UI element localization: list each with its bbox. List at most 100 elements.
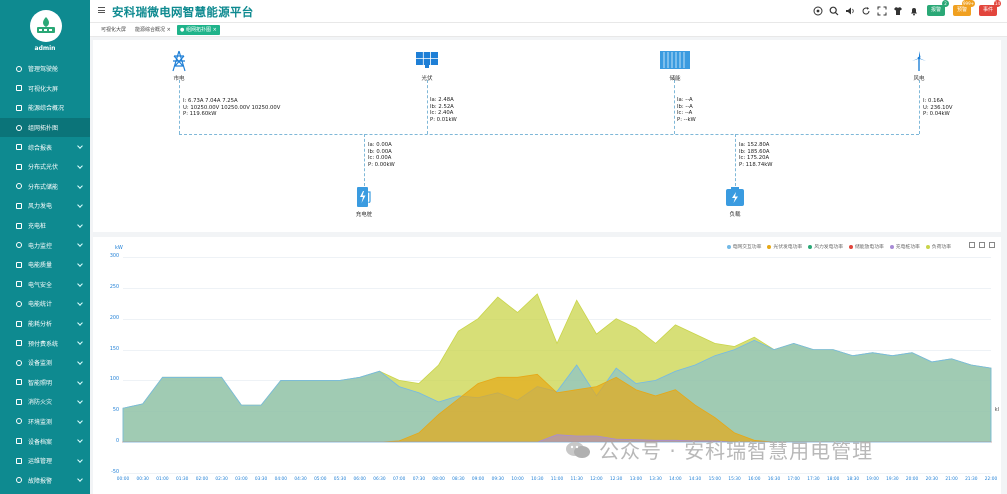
menu-item-icon [16, 300, 22, 307]
load-readout: Ia: 152.80A Ib: 185.60A Ic: 175.20A P: 118.… [739, 142, 773, 168]
speaker-icon[interactable] [845, 6, 855, 16]
sidebar-item[interactable]: 设备监测 [0, 353, 90, 373]
bus-line [179, 134, 919, 135]
sidebar-item-label: 设备档案 [28, 438, 53, 446]
wind-turbine-icon [912, 51, 926, 71]
menu-item-icon [16, 65, 22, 72]
close-icon[interactable]: × [213, 27, 217, 33]
chevron-down-icon [77, 457, 83, 463]
close-icon[interactable]: × [167, 27, 171, 33]
chevron-down-icon [77, 339, 83, 346]
chevron-down-icon [77, 261, 83, 267]
fullscreen-icon[interactable] [877, 6, 887, 16]
menu-item-icon [16, 261, 22, 268]
x-tick-label: 03:00 [235, 477, 248, 482]
readout-line: P: 0.00kW [368, 161, 395, 168]
wind-label: 风电 [913, 76, 925, 82]
user-name: admin [34, 45, 56, 52]
sidebar-item[interactable]: 环境监测 [0, 412, 90, 432]
power-tower-icon [172, 50, 186, 72]
x-tick-label: 04:30 [294, 477, 307, 482]
x-tick-label: 12:30 [609, 477, 623, 482]
sidebar-item[interactable]: 电力监控 [0, 235, 90, 255]
menu-item-icon [16, 144, 22, 151]
sidebar-item[interactable]: 组网拓扑图 [0, 117, 90, 138]
menu-toggle-icon[interactable] [98, 7, 105, 13]
sidebar-item[interactable]: 能源综合概况 [0, 98, 90, 118]
chevron-down-icon [77, 300, 83, 306]
sidebar-item[interactable]: 分布式储能 [0, 177, 90, 197]
readout-line: Ia: 152.80A [739, 142, 770, 148]
menu-item-icon [16, 320, 22, 327]
app-title: 安科瑞微电网智慧能源平台 [112, 5, 254, 19]
sidebar-item[interactable]: 管理驾驶舱 [0, 59, 90, 79]
sidebar-item[interactable]: 可视化大屏 [0, 79, 90, 99]
sidebar-item[interactable]: 分布式光伏 [0, 157, 90, 177]
sidebar-item[interactable]: 消防火灾 [0, 392, 90, 412]
sidebar-item[interactable]: 电气安全 [0, 275, 90, 295]
sidebar-item[interactable]: 智能照明 [0, 373, 90, 393]
header-alert-button[interactable]: 预警 999+ [952, 0, 975, 16]
active-dot-icon: ● [180, 27, 185, 33]
sidebar-item-label: 设备监测 [28, 360, 53, 368]
x-tick-label: 17:00 [787, 477, 800, 482]
tab-visual-screen[interactable]: 可视化大屏 [98, 25, 129, 35]
menu-item-icon [16, 457, 22, 464]
wechat-icon [566, 441, 590, 458]
dashboard-icon[interactable] [813, 6, 823, 16]
top-header: 安科瑞微电网智慧能源平台 报警 2 预警 999+ 事件 14 [90, 0, 1007, 22]
sidebar-item[interactable]: 综合报表 [0, 137, 90, 157]
header-toolbar: 报警 2 预警 999+ 事件 14 [807, 0, 1001, 16]
tab-label: 组网拓扑图 [185, 27, 211, 33]
sidebar-item[interactable]: 充电桩 [0, 216, 90, 236]
x-tick-label: 19:00 [866, 477, 879, 482]
x-tick-label: 14:00 [669, 477, 682, 482]
header-alert-button[interactable]: 报警 2 [926, 0, 949, 16]
x-tick-label: 21:30 [965, 477, 978, 482]
sidebar-item[interactable]: 能耗分析 [0, 314, 90, 334]
x-tick-label: 04:00 [274, 477, 288, 482]
sidebar-item[interactable]: 风力发电 [0, 196, 90, 216]
sidebar-item[interactable]: 设备档案 [0, 431, 90, 451]
sidebar-item-label: 风力发电 [28, 203, 53, 211]
chevron-down-icon [77, 143, 83, 150]
refresh-icon[interactable] [861, 6, 871, 16]
menu-item-icon [16, 418, 22, 425]
x-tick-label: 08:30 [452, 477, 465, 482]
sidebar-item[interactable]: 用户报告 [0, 490, 90, 494]
tab-energy-overview[interactable]: 能源综合概况 × [132, 25, 174, 35]
menu-item-icon [16, 222, 22, 229]
tab-label: 能源综合概况 [135, 27, 166, 33]
tab-bar: 可视化大屏 能源综合概况 × ● 组网拓扑图 × [90, 22, 1007, 37]
search-icon[interactable] [829, 6, 839, 16]
sidebar-item[interactable]: 电能统计 [0, 294, 90, 314]
sidebar: admin 管理驾驶舱 可视化大屏 能源综合概况组网拓扑图综合报表分布式光伏分布式储… [0, 0, 90, 494]
header-alert-button[interactable]: 事件 14 [978, 0, 1001, 16]
x-tick-label: 16:30 [767, 477, 781, 482]
sidebar-item[interactable]: 电能质量 [0, 255, 90, 275]
sidebar-item-label: 故障报警 [28, 477, 53, 485]
sidebar-item[interactable]: 故障报警 [0, 470, 90, 490]
x-tick-label: 15:30 [728, 477, 741, 482]
sidebar-item[interactable]: 运维管理 [0, 451, 90, 471]
grid-label: 市电 [173, 76, 185, 82]
tab-topology[interactable]: ● 组网拓扑图 × [177, 25, 220, 35]
chevron-down-icon [77, 182, 83, 189]
sidebar-item[interactable]: 预付费系统 [0, 333, 90, 353]
x-tick-label: 22:00 [984, 477, 998, 482]
wire [919, 80, 920, 134]
storage-readout: Ia: --A Ib: --A Ic: --A P: --kW [677, 97, 696, 123]
readout-line: P: 119.60kW [183, 111, 217, 117]
x-tick-label: 21:00 [945, 477, 958, 482]
sidebar-item-label: 分布式光伏 [28, 164, 59, 172]
bell-icon[interactable] [909, 6, 919, 16]
sidebar-item-label: 组网拓扑图 [28, 125, 59, 133]
chevron-down-icon [77, 437, 83, 444]
charging-pile-icon [357, 187, 371, 207]
menu-item-icon [16, 124, 22, 131]
count-badge: 999+ [961, 0, 975, 7]
pv-label: 光伏 [421, 76, 433, 82]
shirt-icon[interactable] [893, 6, 903, 16]
count-badge: 14 [993, 0, 1001, 7]
x-tick-label: 08:00 [432, 477, 445, 482]
